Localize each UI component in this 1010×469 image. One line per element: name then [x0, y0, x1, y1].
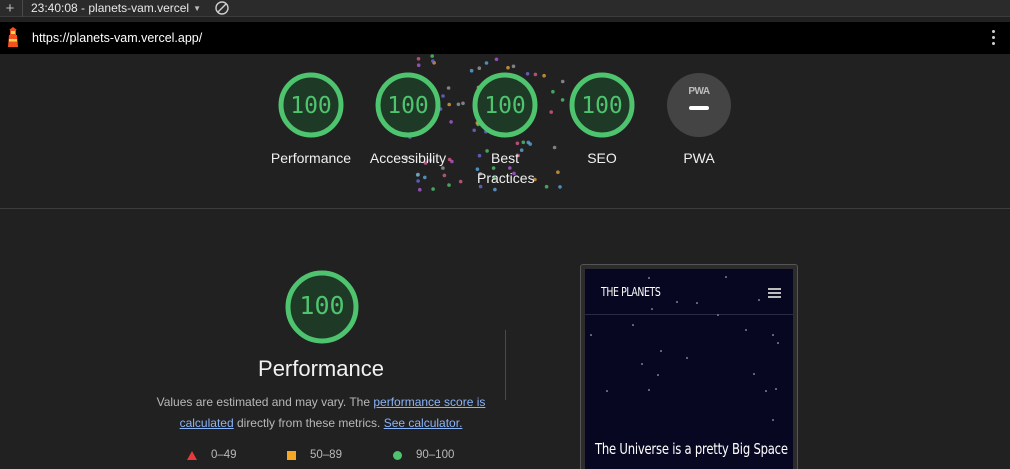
- confetti-dot: [493, 187, 497, 192]
- star-dot: [717, 314, 719, 316]
- page-screenshot[interactable]: THE PLANETS The Universe is a pretty Big…: [585, 269, 793, 469]
- confetti-dot: [423, 175, 427, 180]
- pwa-badge-text: PWA: [688, 86, 710, 97]
- confetti-dot: [431, 59, 435, 63]
- star-dot: [745, 329, 747, 331]
- confetti-dot: [442, 173, 447, 178]
- performance-score-gauge: 100: [284, 269, 360, 345]
- star-dot: [648, 277, 650, 279]
- star-dot: [725, 276, 727, 278]
- report-url[interactable]: https://planets-vam.vercel.app/: [32, 31, 202, 45]
- gauge-label: Performance: [270, 150, 352, 166]
- star-dot: [772, 419, 774, 421]
- confetti-dot: [477, 66, 482, 70]
- legend-fail: 0–49: [187, 449, 237, 461]
- gauge-score: 100: [484, 93, 526, 119]
- report-selector[interactable]: 23:40:08 - planets-vam.vercel ▼: [31, 1, 201, 15]
- star-dot: [676, 301, 678, 303]
- confetti-dot: [484, 61, 489, 65]
- star-dot: [606, 390, 608, 392]
- star-dot: [590, 334, 592, 336]
- lighthouse-logo-icon: [8, 27, 18, 47]
- add-report-button[interactable]: +: [0, 1, 20, 16]
- fail-triangle-icon: [187, 450, 197, 460]
- star-dot: [632, 324, 634, 326]
- performance-score: 100: [299, 291, 345, 320]
- star-dot: [641, 363, 643, 365]
- pwa-badge-icon: [667, 73, 731, 137]
- preview-nav: THE PLANETS: [585, 269, 793, 315]
- gauge-label: PWA: [683, 150, 715, 166]
- caret-down-icon: ▼: [193, 3, 202, 13]
- gauge-label: Best Practices: [477, 150, 535, 186]
- star-dot: [657, 374, 659, 376]
- star-dot: [753, 373, 755, 375]
- star-dot: [772, 334, 774, 336]
- confetti-dot: [416, 57, 421, 61]
- star-dot: [765, 390, 767, 392]
- gauge-score: 100: [581, 93, 623, 119]
- legend-fail-range: 0–49: [211, 449, 237, 461]
- confetti-dot: [511, 64, 516, 69]
- legend-average: 50–89: [287, 449, 342, 461]
- confetti-dot: [418, 187, 422, 192]
- hamburger-icon: [768, 288, 781, 300]
- preview-brand: THE PLANETS: [601, 285, 661, 299]
- confetti-dot: [415, 173, 420, 177]
- legend-average-range: 50–89: [310, 449, 342, 461]
- star-dot: [758, 299, 760, 301]
- star-dot: [696, 302, 698, 304]
- toolbar-divider: [22, 0, 23, 17]
- description-text: directly from these metrics.: [233, 416, 384, 430]
- confetti-dot: [506, 65, 510, 70]
- report-url-bar: https://planets-vam.vercel.app/: [0, 22, 1010, 54]
- star-dot: [651, 308, 653, 310]
- confetti-dot: [430, 54, 435, 58]
- confetti-dot: [431, 187, 435, 191]
- performance-description: Values are estimated and may vary. The p…: [150, 392, 492, 434]
- legend-pass-range: 90–100: [416, 449, 455, 461]
- description-text: Values are estimated and may vary. The: [156, 395, 374, 409]
- gauge-accessibility[interactable]: 100 Accessibility: [353, 72, 463, 168]
- gauge-score: 100: [290, 93, 332, 119]
- more-options-icon[interactable]: [992, 30, 996, 45]
- preview-headline: The Universe is a pretty Big Space: [595, 440, 788, 458]
- star-dot: [775, 388, 777, 390]
- clear-block-icon[interactable]: [215, 1, 229, 15]
- see-calculator-link[interactable]: See calculator.: [384, 416, 463, 430]
- average-square-icon: [287, 450, 296, 460]
- scores-summary: 100 Performance 100 Accessibility 100 Be…: [0, 54, 1010, 209]
- section-divider: [505, 330, 506, 400]
- devtools-toolbar: + 23:40:08 - planets-vam.vercel ▼: [0, 0, 1010, 17]
- star-dot: [686, 357, 688, 359]
- gauge-seo[interactable]: 100 SEO: [547, 72, 657, 168]
- confetti-dot: [416, 63, 421, 67]
- report-selector-label: 23:40:08 - planets-vam.vercel: [31, 1, 190, 15]
- performance-title: Performance: [258, 356, 384, 381]
- confetti-dot: [416, 179, 420, 183]
- gauge-best-practices[interactable]: 100 Best Practices: [450, 72, 560, 188]
- gauge-label: Accessibility: [369, 150, 447, 166]
- gauge-score: 100: [387, 93, 429, 119]
- confetti-dot: [494, 57, 499, 62]
- star-dot: [648, 389, 650, 391]
- star-dot: [660, 350, 662, 352]
- star-dot: [777, 342, 779, 344]
- pwa-dash-icon: [689, 106, 709, 110]
- gauge-label: SEO: [587, 150, 617, 166]
- pass-circle-icon: [393, 450, 402, 460]
- gauge-performance[interactable]: 100 Performance: [256, 72, 366, 168]
- gauge-pwa[interactable]: PWA PWA: [644, 72, 754, 168]
- legend-pass: 90–100: [393, 449, 454, 461]
